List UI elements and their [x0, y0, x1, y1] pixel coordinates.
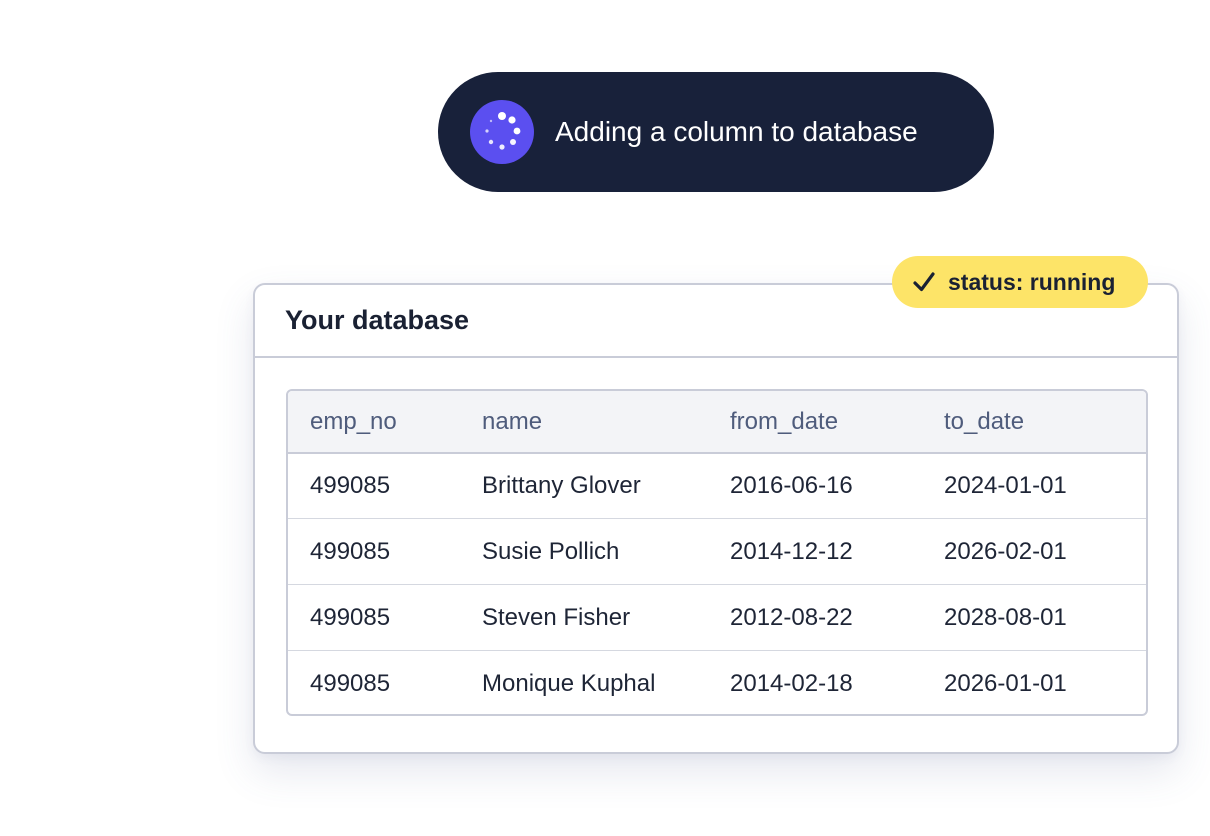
- progress-toast: Adding a column to database: [438, 72, 994, 192]
- cell-from-date: 2014-02-18: [730, 670, 853, 697]
- cell-to-date: 2024-01-01: [944, 472, 1067, 499]
- table-row: 499085 Susie Pollich 2014-12-12 2026-02-…: [288, 519, 1146, 585]
- column-header-emp-no: emp_no: [310, 408, 397, 435]
- database-card: Your database emp_no name from_date to_d…: [253, 283, 1179, 754]
- cell-name: Steven Fisher: [482, 604, 631, 631]
- cell-emp-no: 499085: [310, 670, 391, 697]
- cell-to-date: 2026-01-01: [944, 670, 1067, 697]
- cell-emp-no: 499085: [310, 472, 391, 499]
- loading-spinner-icon: [470, 100, 534, 164]
- cell-emp-no: 499085: [310, 538, 391, 565]
- table-row: 499085 Monique Kuphal 2014-02-18 2026-01…: [288, 651, 1146, 714]
- column-header-name: name: [482, 408, 543, 435]
- cell-name: Susie Pollich: [482, 538, 620, 565]
- cell-to-date: 2026-02-01: [944, 538, 1067, 565]
- status-badge-label: status: running: [948, 269, 1116, 295]
- card-title: Your database: [285, 305, 470, 335]
- status-badge: status: running: [892, 256, 1148, 308]
- column-header-to-date: to_date: [944, 408, 1025, 435]
- database-table: emp_no name from_date to_date 499085 Bri…: [286, 389, 1148, 716]
- cell-from-date: 2016-06-16: [730, 472, 853, 499]
- table-row: 499085 Steven Fisher 2012-08-22 2028-08-…: [288, 585, 1146, 651]
- cell-from-date: 2014-12-12: [730, 538, 853, 565]
- checkmark-icon: [912, 271, 936, 298]
- table-row: 499085 Brittany Glover 2016-06-16 2024-0…: [288, 453, 1146, 519]
- cell-from-date: 2012-08-22: [730, 604, 853, 631]
- column-header-from-date: from_date: [730, 408, 839, 435]
- cell-emp-no: 499085: [310, 604, 391, 631]
- cell-name: Monique Kuphal: [482, 670, 656, 697]
- table-header: emp_no name from_date to_date: [288, 391, 1146, 454]
- cell-to-date: 2028-08-01: [944, 604, 1067, 631]
- toast-message: Adding a column to database: [555, 116, 918, 147]
- cell-name: Brittany Glover: [482, 472, 641, 499]
